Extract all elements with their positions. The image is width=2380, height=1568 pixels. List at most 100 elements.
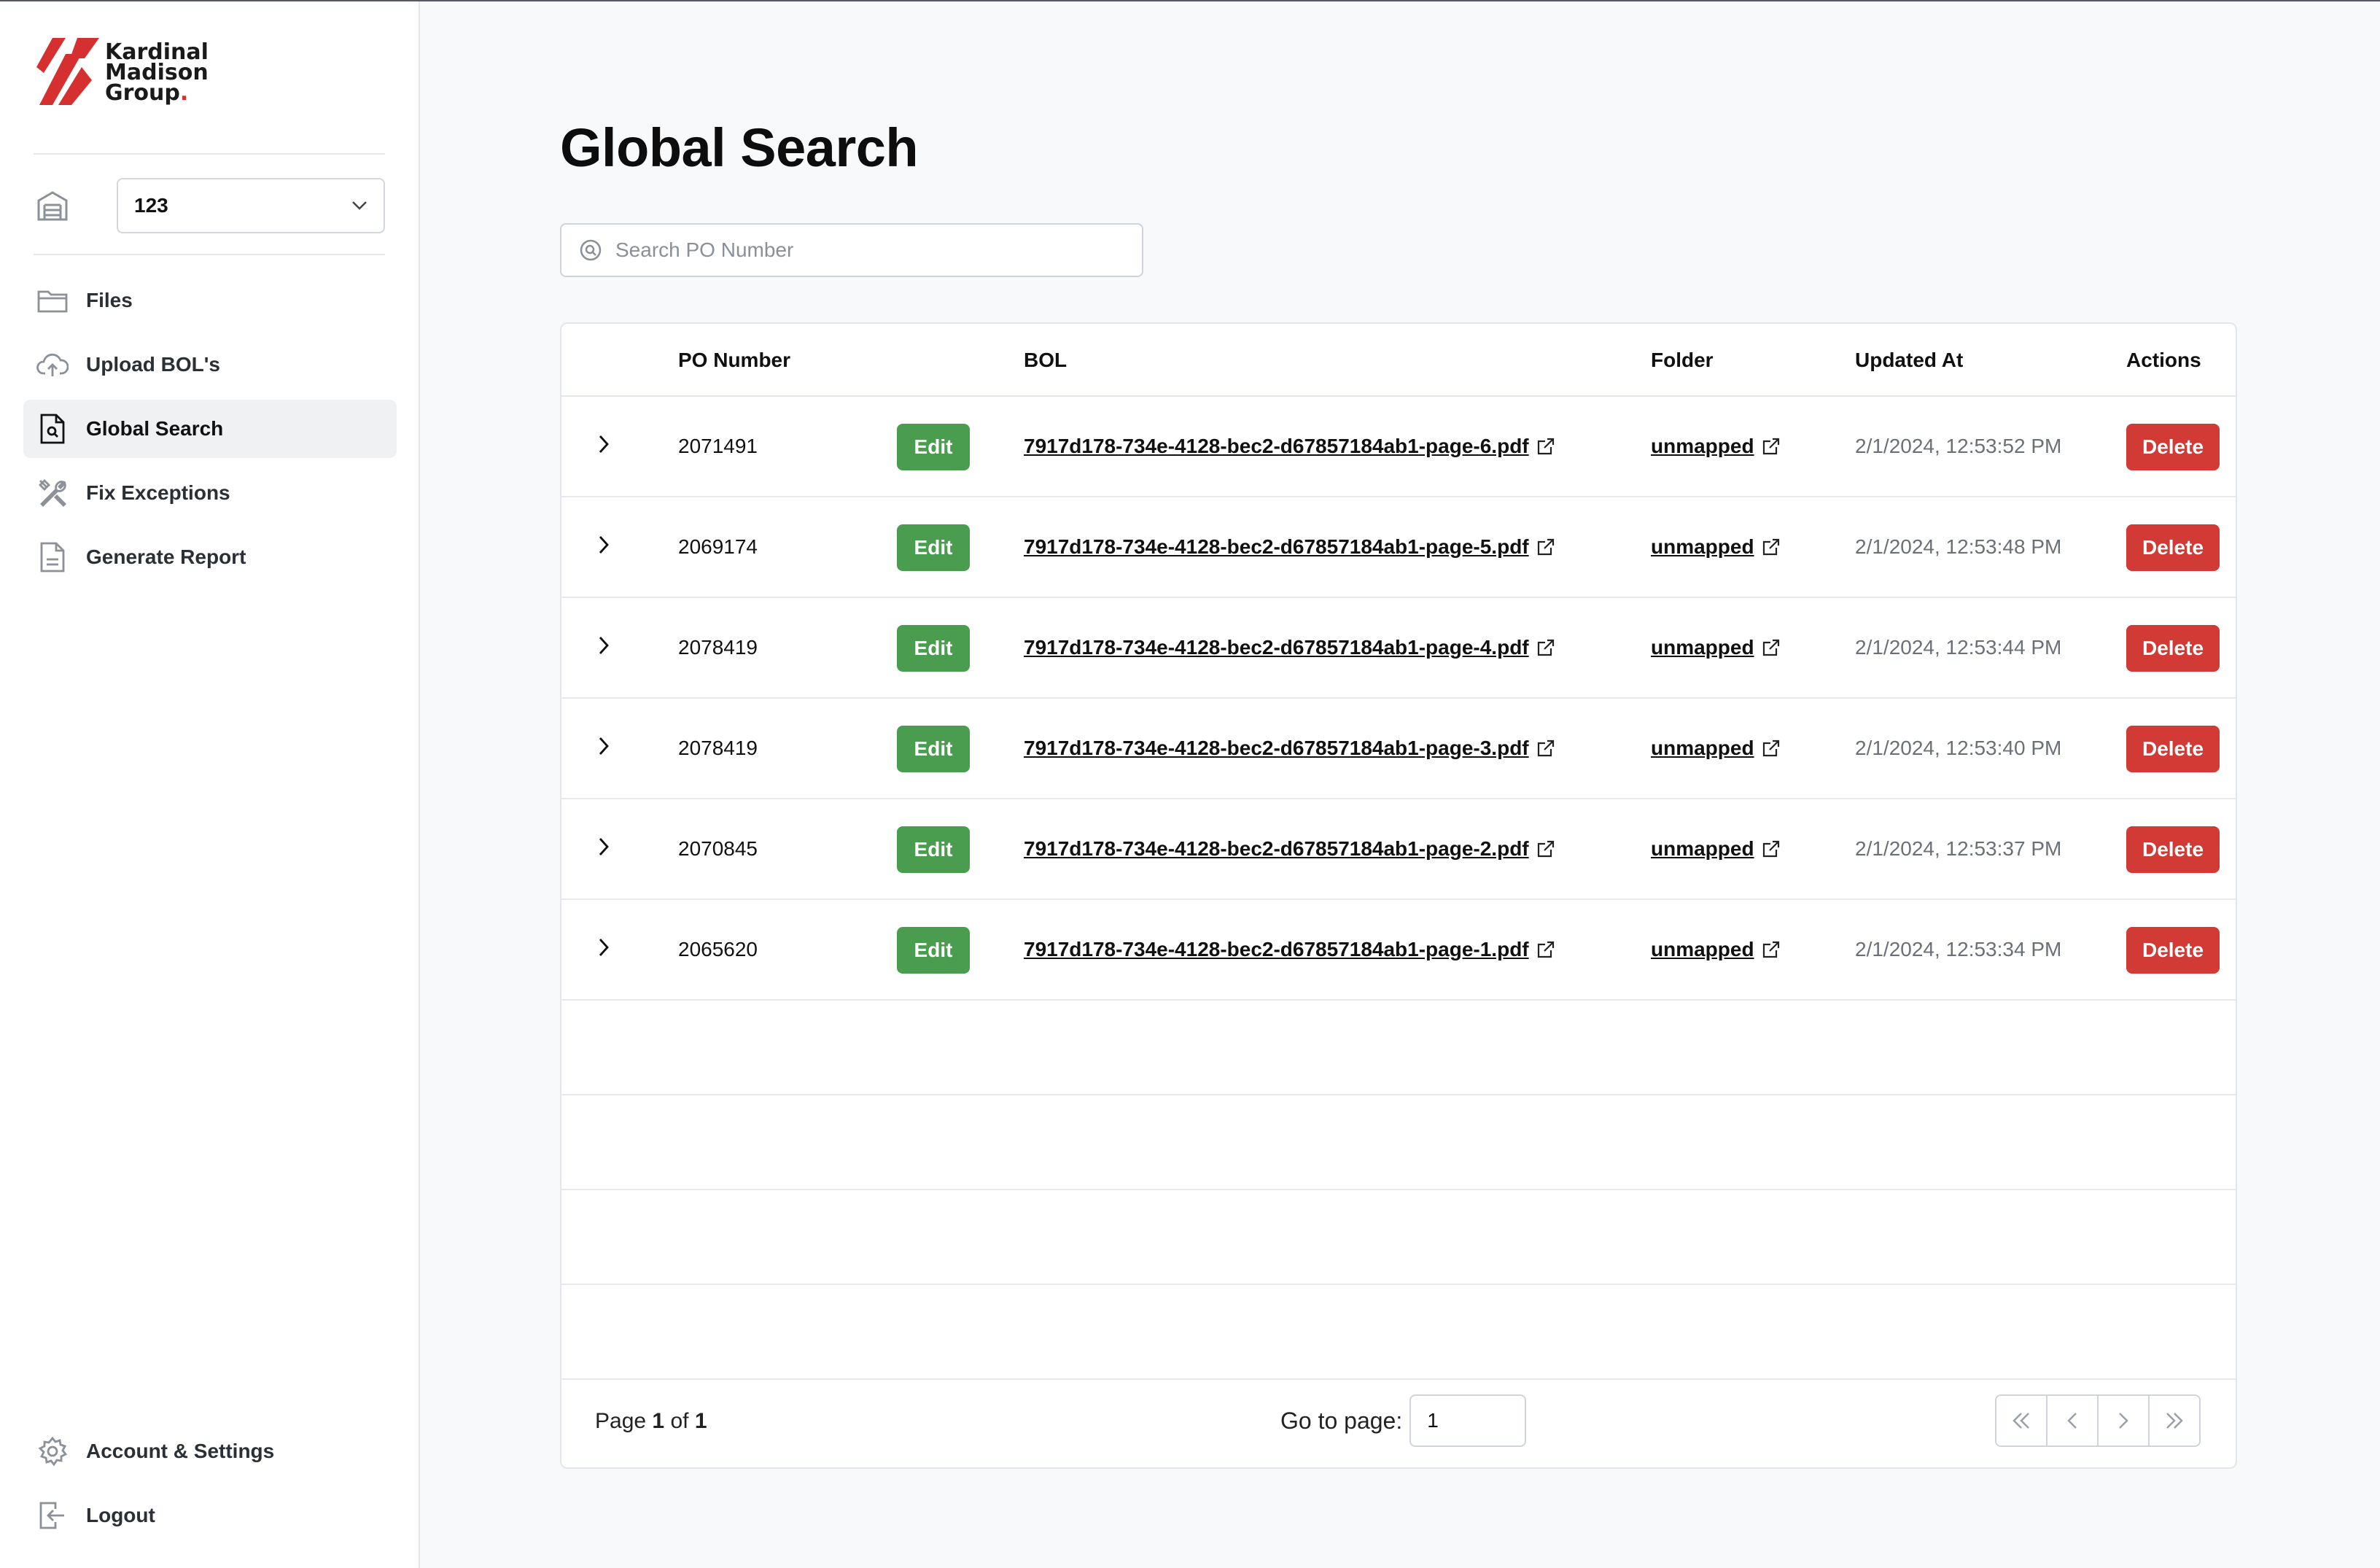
expand-row-button[interactable] [598, 598, 627, 697]
edit-button[interactable]: Edit [897, 625, 970, 672]
goto-page-input[interactable] [1409, 1394, 1527, 1447]
pagination-controls [1995, 1394, 2201, 1447]
folder-link[interactable]: unmapped [1651, 699, 1781, 798]
total-pages: 1 [694, 1409, 707, 1433]
external-link-icon [1762, 638, 1781, 657]
empty-table-row [561, 1095, 2236, 1190]
folder-name: unmapped [1651, 938, 1754, 960]
bol-link[interactable]: 7917d178-734e-4128-bec2-d67857184ab1-pag… [1024, 699, 1555, 798]
bol-link[interactable]: 7917d178-734e-4128-bec2-d67857184ab1-pag… [1024, 799, 1555, 899]
updated-at-cell: 2/1/2024, 12:53:48 PM [1855, 535, 2062, 558]
sidebar: Kardinal Madison Group. 123 Files Upload… [0, 1, 420, 1568]
previous-page-button[interactable] [2048, 1396, 2099, 1445]
updated-at-cell: 2/1/2024, 12:53:37 PM [1855, 837, 2062, 860]
sidebar-item-account-settings[interactable]: Account & Settings [23, 1422, 397, 1480]
external-link-icon [1762, 537, 1781, 556]
page-label: Page [595, 1409, 647, 1433]
expand-row-button[interactable] [598, 397, 627, 496]
edit-button[interactable]: Edit [897, 524, 970, 571]
double-chevron-left-icon [2012, 1413, 2029, 1429]
delete-button[interactable]: Delete [2126, 726, 2220, 772]
folder-link[interactable]: unmapped [1651, 598, 1781, 697]
sidebar-divider-top [34, 153, 385, 155]
chevron-right-icon [598, 837, 610, 862]
sidebar-item-label: Account & Settings [86, 1440, 275, 1462]
tenant-select-value: 123 [134, 194, 168, 217]
bol-link[interactable]: 7917d178-734e-4128-bec2-d67857184ab1-pag… [1024, 900, 1555, 999]
search-box[interactable] [560, 223, 1143, 277]
tools-icon [36, 477, 69, 509]
sidebar-item-fix-exceptions[interactable]: Fix Exceptions [23, 464, 397, 522]
sidebar-item-logout[interactable]: Logout [23, 1486, 397, 1545]
empty-table-row [561, 1285, 2236, 1380]
chevron-left-icon [2067, 1413, 2077, 1429]
expand-row-button[interactable] [598, 699, 627, 798]
column-header-bol[interactable]: BOL [1024, 349, 1067, 372]
bol-link[interactable]: 7917d178-734e-4128-bec2-d67857184ab1-pag… [1024, 397, 1555, 496]
po-number-cell: 2078419 [678, 636, 758, 659]
delete-button[interactable]: Delete [2126, 424, 2220, 470]
external-link-icon [1536, 437, 1555, 456]
delete-button[interactable]: Delete [2126, 826, 2220, 873]
tenant-select[interactable]: 123 [117, 178, 385, 233]
folder-name: unmapped [1651, 737, 1754, 759]
first-page-button[interactable] [1996, 1396, 2048, 1445]
bol-link[interactable]: 7917d178-734e-4128-bec2-d67857184ab1-pag… [1024, 598, 1555, 697]
sidebar-item-label: Global Search [86, 417, 224, 440]
column-header-updated-at[interactable]: Updated At [1855, 349, 1963, 372]
folder-link[interactable]: unmapped [1651, 497, 1781, 597]
sidebar-item-label: Logout [86, 1504, 155, 1526]
folder-link[interactable]: unmapped [1651, 900, 1781, 999]
bol-filename: 7917d178-734e-4128-bec2-d67857184ab1-pag… [1024, 737, 1529, 759]
edit-button[interactable]: Edit [897, 826, 970, 873]
folder-name: unmapped [1651, 435, 1754, 457]
updated-at-cell: 2/1/2024, 12:53:52 PM [1855, 435, 2062, 457]
external-link-icon [1536, 638, 1555, 657]
sidebar-item-upload-bols[interactable]: Upload BOL's [23, 335, 397, 394]
edit-button[interactable]: Edit [897, 726, 970, 772]
sidebar-item-global-search[interactable]: Global Search [23, 400, 397, 458]
page-title: Global Search [560, 117, 919, 178]
external-link-icon [1536, 739, 1555, 758]
sidebar-item-generate-report[interactable]: Generate Report [23, 528, 397, 586]
document-icon [36, 541, 69, 573]
last-page-button[interactable] [2150, 1396, 2199, 1445]
column-header-folder[interactable]: Folder [1651, 349, 1714, 372]
table-footer: Page 1 of 1 Go to page: [561, 1377, 2236, 1467]
sidebar-divider-mid [34, 254, 385, 255]
chevron-right-icon [598, 535, 610, 560]
po-number-cell: 2070845 [678, 837, 758, 860]
sidebar-bottom-nav: Account & Settings Logout [23, 1422, 397, 1550]
external-link-icon [1536, 839, 1555, 858]
table-row: 2065620 Edit 7917d178-734e-4128-bec2-d6785… [561, 900, 2236, 1001]
edit-button[interactable]: Edit [897, 424, 970, 470]
chevron-down-icon [352, 201, 367, 210]
delete-button[interactable]: Delete [2126, 524, 2220, 571]
external-link-icon [1762, 437, 1781, 456]
expand-row-button[interactable] [598, 900, 627, 999]
warehouse-icon [34, 187, 71, 225]
bol-link[interactable]: 7917d178-734e-4128-bec2-d67857184ab1-pag… [1024, 497, 1555, 597]
next-page-button[interactable] [2099, 1396, 2150, 1445]
expand-row-button[interactable] [598, 497, 627, 597]
folder-link[interactable]: unmapped [1651, 799, 1781, 899]
delete-button[interactable]: Delete [2126, 625, 2220, 672]
folder-link[interactable]: unmapped [1651, 397, 1781, 496]
bol-filename: 7917d178-734e-4128-bec2-d67857184ab1-pag… [1024, 636, 1529, 659]
company-logo[interactable]: Kardinal Madison Group. [36, 38, 209, 105]
table-header: PO Number BOL Folder Updated At Actions [561, 324, 2236, 397]
search-input[interactable] [615, 238, 1111, 262]
sidebar-item-files[interactable]: Files [23, 271, 397, 330]
expand-row-button[interactable] [598, 799, 627, 899]
chevron-right-icon [598, 635, 610, 661]
logo-mark-icon [36, 38, 99, 105]
chevron-right-icon [598, 937, 610, 963]
delete-button[interactable]: Delete [2126, 927, 2220, 974]
column-header-po-number[interactable]: PO Number [678, 349, 790, 372]
external-link-icon [1762, 739, 1781, 758]
edit-button[interactable]: Edit [897, 927, 970, 974]
page-indicator: Page 1 of 1 [595, 1409, 707, 1434]
sidebar-item-label: Generate Report [86, 546, 246, 568]
external-link-icon [1536, 537, 1555, 556]
cloud-upload-icon [36, 349, 69, 381]
